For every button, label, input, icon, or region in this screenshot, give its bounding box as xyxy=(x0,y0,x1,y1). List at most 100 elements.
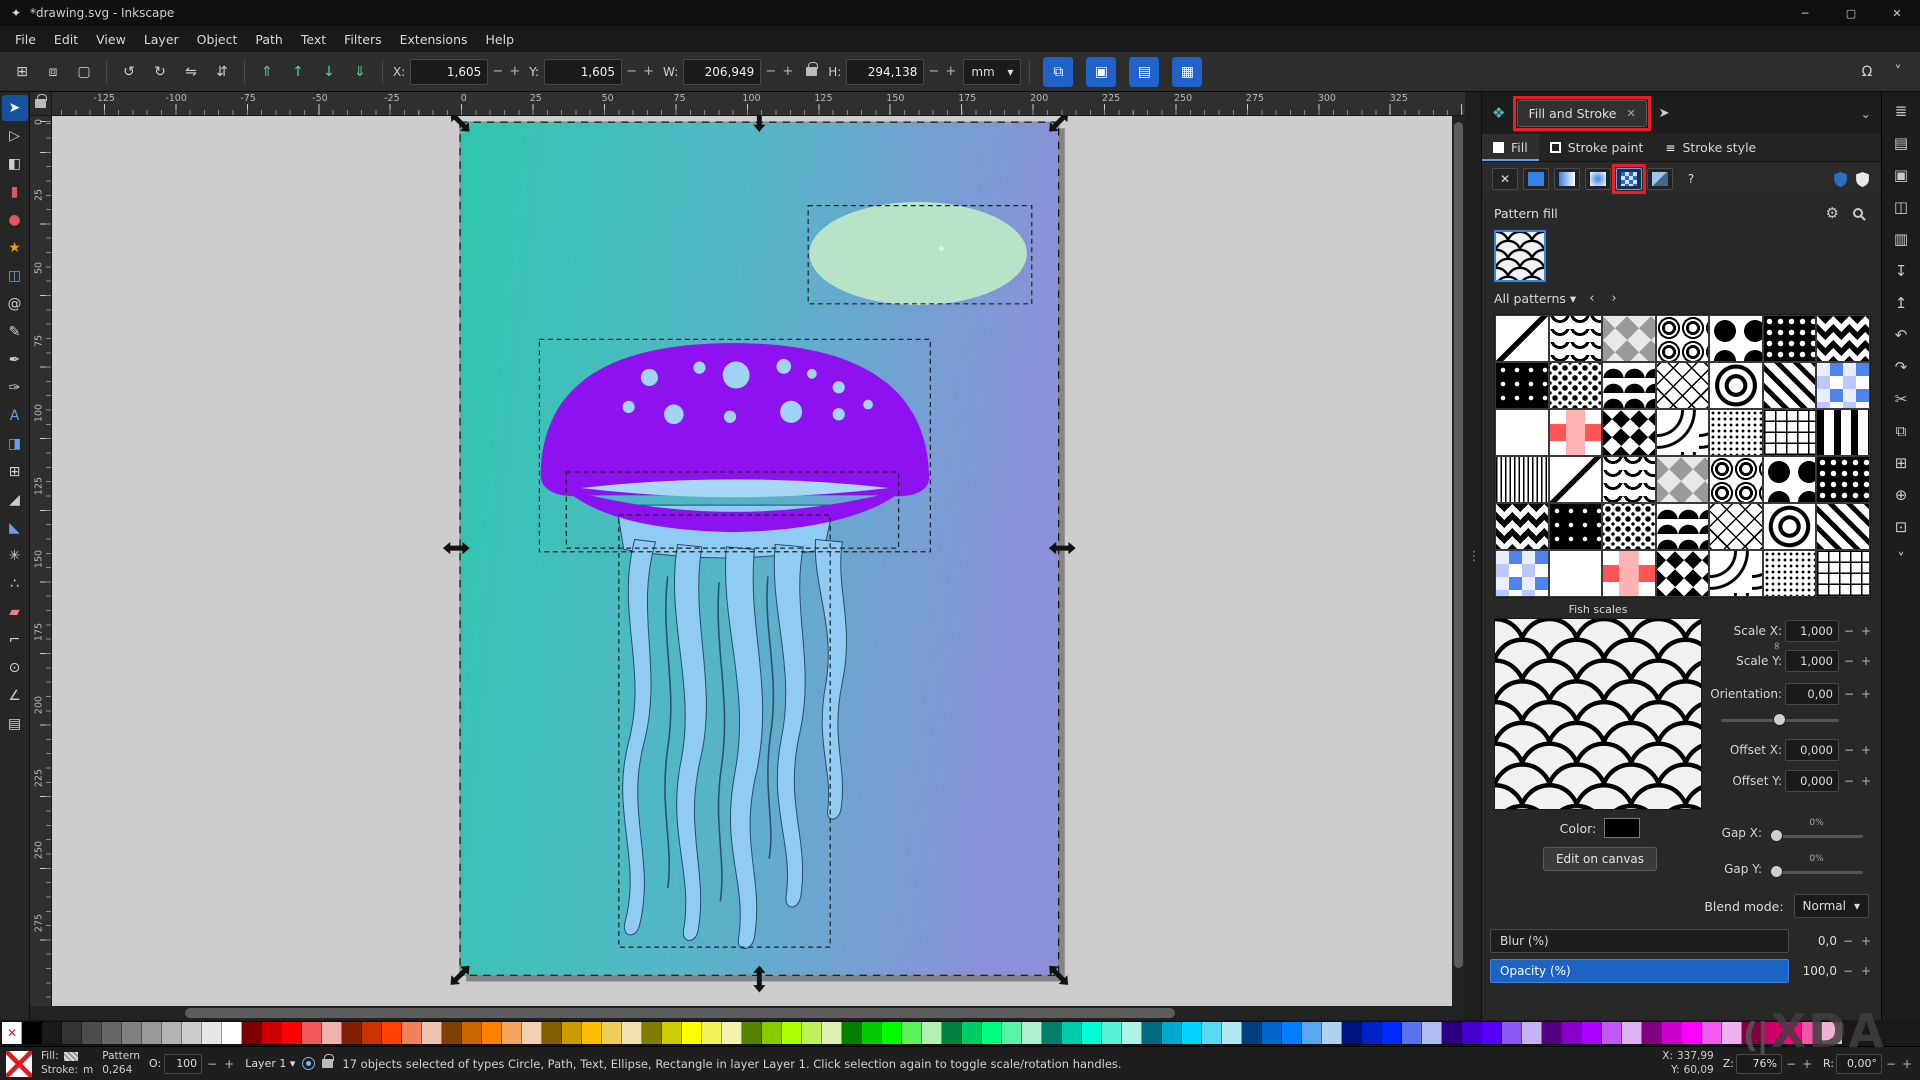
panel-splitter[interactable]: ⋮ xyxy=(1465,92,1481,1020)
menu-file[interactable]: File xyxy=(6,28,45,51)
palette-color[interactable] xyxy=(882,1022,902,1044)
paint-flat-button[interactable] xyxy=(1523,168,1549,190)
pattern-swatch[interactable] xyxy=(1764,457,1816,502)
palette-color[interactable] xyxy=(822,1022,842,1044)
palette-color[interactable] xyxy=(282,1022,302,1044)
palette-color[interactable] xyxy=(42,1022,62,1044)
gap-x-slider[interactable]: 0% xyxy=(1770,820,1863,846)
palette-color[interactable] xyxy=(22,1022,42,1044)
pattern-color-swatch[interactable] xyxy=(1604,818,1640,838)
swatches-dialog-icon[interactable]: ❖ xyxy=(1492,104,1505,122)
tab-stroke-style[interactable]: ≡ Stroke style xyxy=(1654,134,1767,161)
box-3d-tool[interactable]: ◫ xyxy=(2,263,28,289)
fill-stroke-indicator[interactable]: Fill: Stroke:m xyxy=(41,1050,93,1077)
pattern-swatch[interactable] xyxy=(1657,504,1709,549)
palette-color[interactable] xyxy=(502,1022,522,1044)
palette-color[interactable] xyxy=(862,1022,882,1044)
palette-color[interactable] xyxy=(842,1022,862,1044)
tab-fill[interactable]: Fill xyxy=(1482,134,1539,161)
paint-linear-gradient-button[interactable] xyxy=(1554,168,1580,190)
palette-color[interactable] xyxy=(542,1022,562,1044)
menu-text[interactable]: Text xyxy=(292,28,335,51)
palette-color[interactable] xyxy=(1022,1022,1042,1044)
strip-more-icon[interactable]: ˅ xyxy=(1889,548,1913,570)
raise-to-top-button[interactable]: ⇑ xyxy=(253,58,281,86)
document-properties-icon[interactable]: ▤ xyxy=(1889,132,1913,154)
menu-layer[interactable]: Layer xyxy=(135,28,188,51)
pattern-swatch[interactable] xyxy=(1764,504,1816,549)
palette-color[interactable] xyxy=(342,1022,362,1044)
palette-color[interactable] xyxy=(1242,1022,1262,1044)
horizontal-scrollbar[interactable] xyxy=(30,1006,1465,1020)
menu-filters[interactable]: Filters xyxy=(335,28,390,51)
pattern-swatch[interactable] xyxy=(1710,410,1762,455)
palette-color[interactable] xyxy=(102,1022,122,1044)
pattern-swatch[interactable] xyxy=(1603,551,1655,596)
undo-icon[interactable]: ↶ xyxy=(1889,324,1913,346)
offset-x-decrement[interactable]: − xyxy=(1842,739,1856,761)
selector-tool[interactable]: ➤ xyxy=(2,95,28,121)
maximize-button[interactable]: ▢ xyxy=(1828,0,1874,26)
offset-y-input[interactable]: 0,000 xyxy=(1785,770,1839,792)
select-all-button[interactable]: ⊞ xyxy=(8,58,36,86)
menu-help[interactable]: Help xyxy=(477,28,524,51)
h-decrement[interactable]: − xyxy=(926,59,941,85)
palette-color[interactable] xyxy=(602,1022,622,1044)
layers-dialog-icon[interactable]: ≣ xyxy=(1889,100,1913,122)
layer-visibility-eye-icon[interactable] xyxy=(302,1057,315,1070)
measure-tool[interactable]: ∠ xyxy=(2,683,28,709)
lower-button[interactable]: ↓ xyxy=(315,58,343,86)
star-tool[interactable]: ★ xyxy=(2,235,28,261)
palette-color[interactable] xyxy=(742,1022,762,1044)
rotate-ccw-button[interactable]: ↺ xyxy=(115,58,143,86)
snap-options-icon[interactable]: ˅ xyxy=(1884,58,1912,86)
palette-color[interactable] xyxy=(1502,1022,1522,1044)
mesh-tool[interactable]: ⊞ xyxy=(2,459,28,485)
palette-color[interactable] xyxy=(1162,1022,1182,1044)
text-tool[interactable]: A xyxy=(2,403,28,429)
rotation-decrement[interactable]: − xyxy=(1884,1057,1898,1071)
scale-y-decrement[interactable]: − xyxy=(1842,650,1856,672)
menu-edit[interactable]: Edit xyxy=(45,28,87,51)
paint-swatch-button[interactable] xyxy=(1647,168,1673,190)
palette-color[interactable] xyxy=(1122,1022,1142,1044)
x-decrement[interactable]: − xyxy=(490,59,505,85)
paste-icon[interactable]: ⊞ xyxy=(1889,452,1913,474)
paint-radial-gradient-button[interactable] xyxy=(1585,168,1611,190)
tab-stroke-paint[interactable]: Stroke paint xyxy=(1539,134,1655,161)
y-decrement[interactable]: − xyxy=(624,59,639,85)
palette-color[interactable] xyxy=(142,1022,162,1044)
vertical-scrollbar[interactable] xyxy=(1452,116,1465,1006)
pattern-swatch[interactable] xyxy=(1710,363,1762,408)
pattern-swatch[interactable] xyxy=(1550,504,1602,549)
opacity-value[interactable]: 100,0 xyxy=(1793,964,1837,978)
offset-x-input[interactable]: 0,000 xyxy=(1785,739,1839,761)
pages-tool[interactable]: ▤ xyxy=(2,711,28,737)
copy-icon[interactable]: ⧉ xyxy=(1889,420,1913,442)
blur-value[interactable]: 0,0 xyxy=(1793,934,1837,948)
pattern-swatch[interactable] xyxy=(1550,316,1602,361)
orientation-decrement[interactable]: − xyxy=(1842,683,1856,705)
pattern-swatch[interactable] xyxy=(1603,504,1655,549)
pattern-swatch[interactable] xyxy=(1496,551,1548,596)
palette-color[interactable] xyxy=(62,1022,82,1044)
pattern-swatch[interactable] xyxy=(1496,363,1548,408)
opacity-slider[interactable]: Opacity (%) xyxy=(1490,959,1789,983)
save-icon[interactable]: ◫ xyxy=(1889,196,1913,218)
palette-color[interactable] xyxy=(82,1022,102,1044)
offset-y-increment[interactable]: + xyxy=(1859,770,1873,792)
pattern-swatch[interactable] xyxy=(1603,410,1655,455)
paint-none-button[interactable]: ✕ xyxy=(1492,168,1518,190)
import-icon[interactable]: ↧ xyxy=(1889,260,1913,282)
palette-color[interactable] xyxy=(1402,1022,1422,1044)
rotation-increment[interactable]: + xyxy=(1900,1057,1914,1071)
palette-color[interactable] xyxy=(1062,1022,1082,1044)
zoom-decrement[interactable]: − xyxy=(1784,1057,1798,1071)
palette-color[interactable] xyxy=(382,1022,402,1044)
pattern-source-dropdown[interactable]: All patterns ▾ xyxy=(1494,291,1576,306)
offset-y-decrement[interactable]: − xyxy=(1842,770,1856,792)
palette-color[interactable] xyxy=(482,1022,502,1044)
scale-stroke-toggle[interactable]: ⧉ xyxy=(1043,57,1073,87)
palette-color[interactable] xyxy=(642,1022,662,1044)
palette-color[interactable] xyxy=(802,1022,822,1044)
